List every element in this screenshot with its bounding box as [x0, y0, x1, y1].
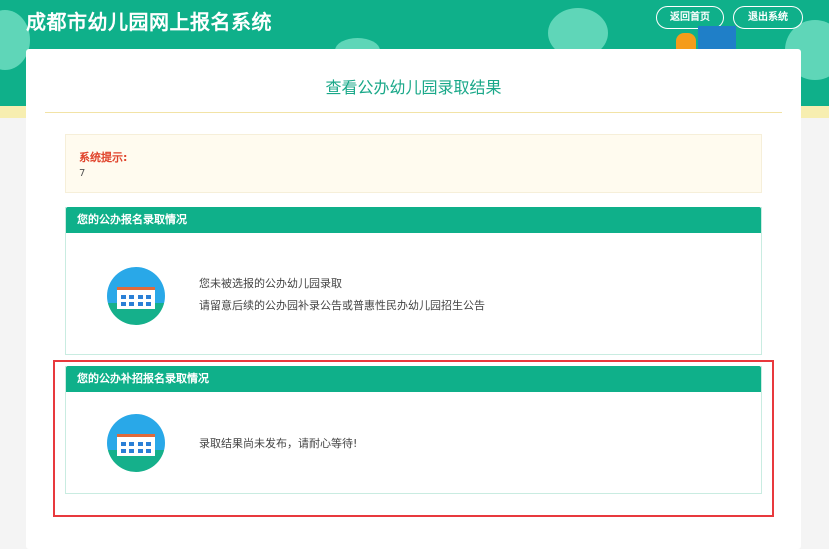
page-title: 查看公办幼儿园录取结果	[325, 78, 502, 97]
result-line: 请留意后续的公办园补录公告或普惠性民办幼儿园招生公告	[199, 299, 485, 312]
divider	[45, 112, 782, 113]
result-line: 您未被选报的公办幼儿园录取	[199, 277, 342, 290]
notice-value: 7	[79, 168, 86, 179]
notice-label: 系统提示:	[79, 151, 128, 164]
system-notice: 系统提示: 7	[65, 134, 762, 193]
kindergarten-building-icon	[107, 267, 165, 325]
panel-header: 您的公办报名录取情况	[66, 207, 761, 233]
highlight-box	[53, 360, 774, 517]
building-icon	[698, 26, 736, 51]
logout-button[interactable]: 退出系统	[733, 6, 803, 29]
site-title: 成都市幼儿园网上报名系统	[26, 10, 272, 34]
public-admission-panel: 您的公办报名录取情况 您未被选报的公办幼儿园录取 请留意后续的公办园补录公告或普…	[65, 207, 762, 355]
